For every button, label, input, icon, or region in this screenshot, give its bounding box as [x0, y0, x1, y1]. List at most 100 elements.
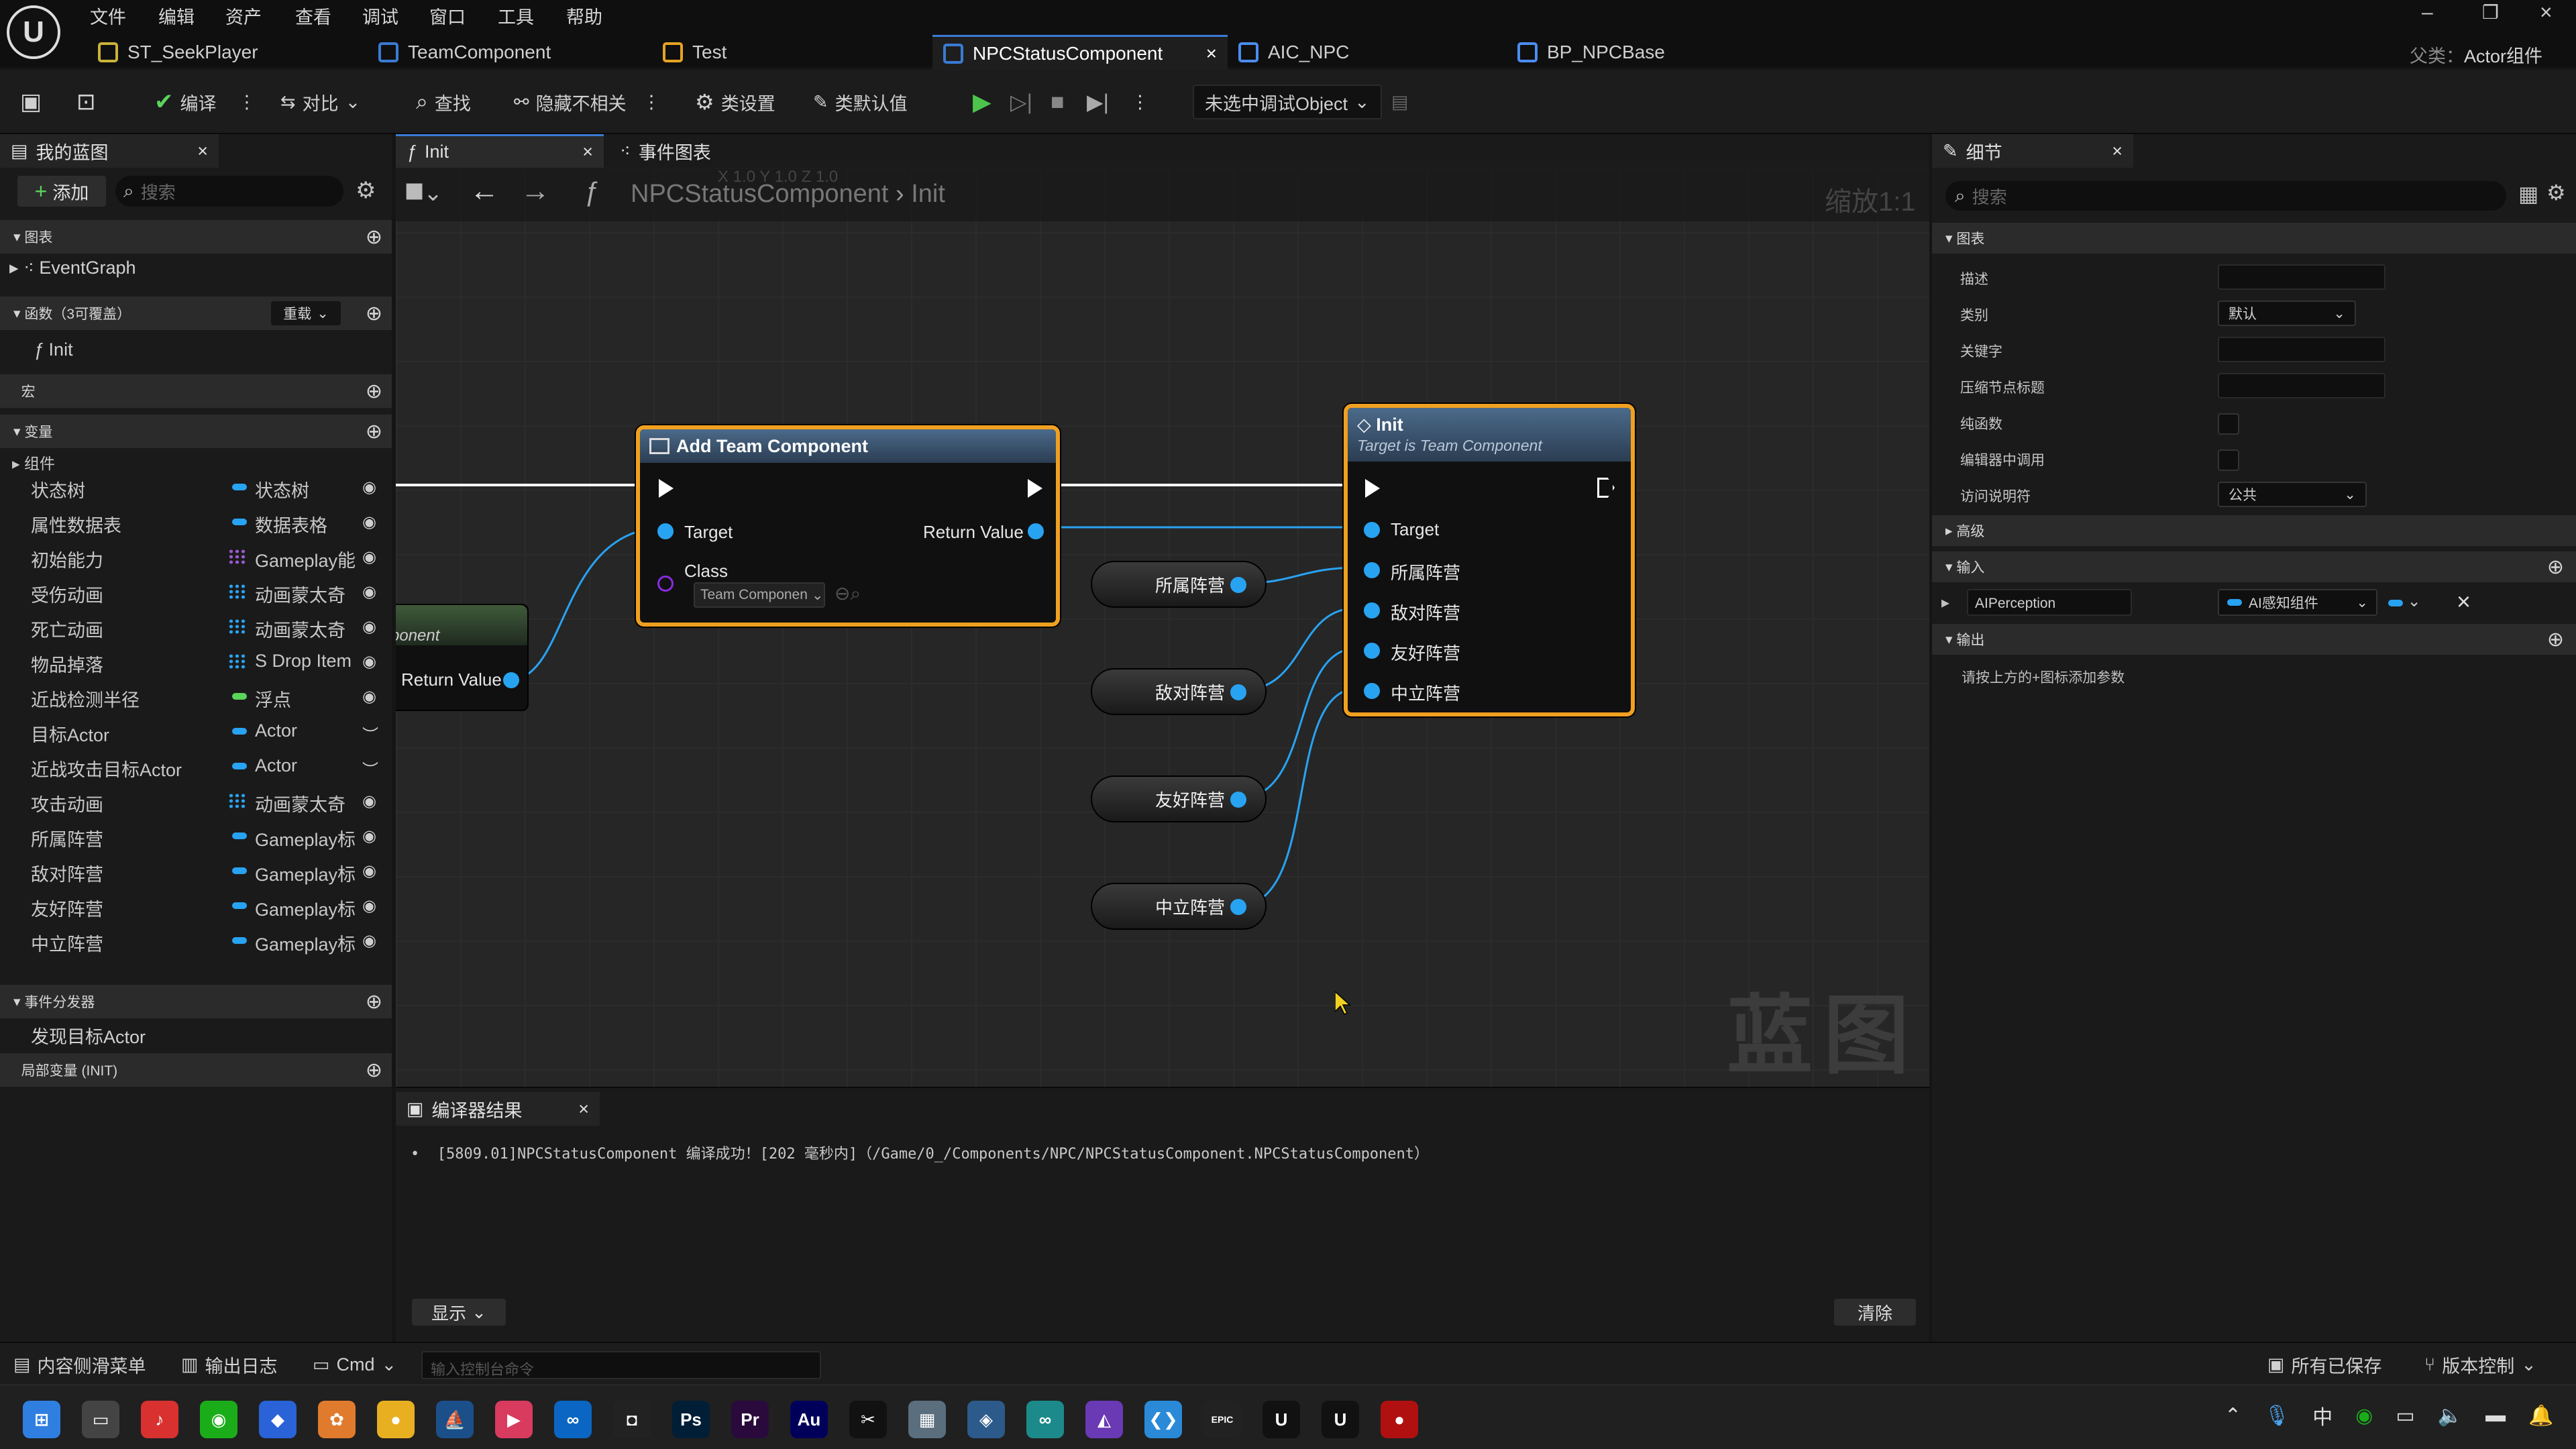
- record-icon[interactable]: ●: [1381, 1401, 1418, 1438]
- wechat-tray-icon[interactable]: ◉: [2355, 1404, 2373, 1428]
- details-text-field[interactable]: [2218, 337, 2385, 362]
- unreal-icon[interactable]: U: [1263, 1401, 1300, 1438]
- eye-icon[interactable]: ◉: [362, 792, 376, 811]
- eye-icon[interactable]: ◉: [362, 617, 376, 637]
- restore-button[interactable]: ❐: [2482, 1, 2499, 23]
- add-circle-icon[interactable]: ⊕: [366, 225, 382, 249]
- class-select[interactable]: Team Componen ⌄: [694, 582, 825, 608]
- eye-closed-icon[interactable]: ︶: [362, 722, 378, 745]
- output-pin[interactable]: [1230, 792, 1246, 808]
- hide-unrelated-button[interactable]: ⚯ 隐藏不相关 ⋮: [514, 87, 661, 117]
- close-icon[interactable]: ×: [2112, 141, 2123, 162]
- play-button[interactable]: ▶: [973, 87, 991, 117]
- source-control-button[interactable]: ⑂ 版本控制 ⌄: [2424, 1350, 2536, 1379]
- function-item-init[interactable]: ƒ Init: [34, 339, 73, 360]
- start-icon[interactable]: ⊞: [23, 1401, 60, 1438]
- add-circle-icon[interactable]: ⊕: [366, 420, 382, 443]
- class-pin[interactable]: [657, 576, 674, 592]
- app-icon[interactable]: ▶: [495, 1401, 533, 1438]
- butterfly-icon[interactable]: ✿: [318, 1401, 356, 1438]
- section-macros[interactable]: 宏 ⊕: [0, 374, 392, 408]
- eye-icon[interactable]: ◉: [362, 861, 376, 881]
- details-select[interactable]: 默认 ⌄: [2218, 301, 2356, 326]
- all-saved-button[interactable]: ▣ 所有已保存: [2267, 1350, 2382, 1379]
- variable-item[interactable]: 近战检测半径 浮点 ◉: [0, 679, 389, 714]
- details-section-inputs[interactable]: ▾ 输入 ⊕: [1932, 551, 2576, 582]
- meta-icon[interactable]: ∞: [554, 1401, 592, 1438]
- stop-button[interactable]: ■: [1051, 87, 1065, 117]
- capcut-icon[interactable]: ✂: [849, 1401, 887, 1438]
- details-section-graph[interactable]: ▾ 图表: [1932, 223, 2576, 254]
- table-view-icon[interactable]: ▦: [2518, 181, 2538, 207]
- eye-icon[interactable]: ◉: [362, 547, 376, 567]
- asset-tab[interactable]: Test: [652, 35, 907, 70]
- exec-in-pin[interactable]: [659, 479, 674, 498]
- unreal-logo-icon[interactable]: U: [7, 5, 60, 59]
- variable-item[interactable]: 死亡动画 动画蒙太奇 ◉: [0, 609, 389, 644]
- details-section-outputs[interactable]: ▾ 输出 ⊕: [1932, 624, 2576, 655]
- asset-tab[interactable]: NPCStatusComponent ×: [932, 35, 1228, 70]
- notification-icon[interactable]: 🔔: [2528, 1404, 2553, 1428]
- output-pin[interactable]: [1230, 577, 1246, 593]
- clear-button[interactable]: 清除: [1834, 1299, 1916, 1326]
- content-drawer-button[interactable]: ▤ 内容侧滑菜单: [13, 1350, 146, 1379]
- remove-param-icon[interactable]: ×: [2457, 588, 2471, 616]
- input-name-field[interactable]: AIPerception: [1967, 589, 2132, 616]
- compile-options-icon[interactable]: ⋮: [238, 92, 256, 113]
- variable-item[interactable]: 近战攻击目标Actor Actor ︶: [0, 749, 389, 784]
- eye-icon[interactable]: ◉: [362, 478, 376, 497]
- skip-button[interactable]: ▶|: [1087, 87, 1109, 117]
- details-section-advanced[interactable]: ▸ 高级: [1932, 515, 2576, 546]
- settings-gear-icon[interactable]: ⚙: [356, 177, 376, 204]
- debug-browse-icon[interactable]: ▤: [1391, 87, 1409, 117]
- add-circle-icon[interactable]: ⊕: [366, 380, 382, 403]
- menu-item[interactable]: 文件: [90, 3, 126, 29]
- close-icon[interactable]: ×: [578, 1099, 589, 1120]
- network-icon[interactable]: ▭: [2396, 1404, 2414, 1428]
- close-icon[interactable]: ×: [582, 142, 593, 162]
- variable-item[interactable]: 目标Actor Actor ︶: [0, 714, 389, 749]
- return-value-pin[interactable]: [1028, 523, 1044, 539]
- calculator-icon[interactable]: ▦: [908, 1401, 946, 1438]
- premiere-icon[interactable]: Pr: [731, 1401, 769, 1438]
- container-type-select[interactable]: ⌄: [2388, 592, 2421, 611]
- exec-out-pin[interactable]: [1028, 479, 1042, 498]
- section-functions[interactable]: ▾ 函数（3可覆盖） 重载 ⌄ ⊕: [0, 297, 392, 330]
- close-icon[interactable]: ×: [197, 141, 208, 162]
- app-icon[interactable]: ◆: [259, 1401, 297, 1438]
- asset-tab[interactable]: BP_NPCBase: [1507, 35, 1762, 70]
- add-circle-icon[interactable]: ⊕: [366, 302, 382, 325]
- variable-item[interactable]: 物品掉落 S Drop Item ◉: [0, 644, 389, 679]
- eye-icon[interactable]: ◉: [362, 687, 376, 706]
- save-icon[interactable]: ▣: [20, 87, 42, 117]
- terminal-icon[interactable]: ▭: [82, 1401, 119, 1438]
- eye-icon[interactable]: ◉: [362, 931, 376, 951]
- photoshop-icon[interactable]: Ps: [672, 1401, 710, 1438]
- eye-icon[interactable]: ◉: [362, 652, 376, 672]
- details-checkbox[interactable]: [2218, 413, 2239, 435]
- variable-item[interactable]: 友好阵营 Gameplay标 ◉: [0, 888, 389, 923]
- tab-init[interactable]: ƒ Init ×: [396, 134, 604, 168]
- event-graph-item[interactable]: ▸ ⁖ EventGraph: [9, 258, 136, 278]
- microphone-icon[interactable]: 🎙: [2264, 1404, 2290, 1428]
- output-log-button[interactable]: ▥ 输出日志: [181, 1350, 278, 1379]
- expand-arrow-icon[interactable]: ▸: [1941, 593, 1949, 612]
- show-dropdown[interactable]: 显示 ⌄: [412, 1299, 506, 1326]
- compiler-results-tab[interactable]: ▣ 编译器结果 ×: [396, 1092, 600, 1126]
- visual-studio-icon[interactable]: ◭: [1085, 1401, 1123, 1438]
- exec-out-pin[interactable]: [1597, 478, 1615, 498]
- details-select[interactable]: 公共 ⌄: [2218, 482, 2367, 507]
- variable-item[interactable]: 属性数据表 数据表格 ◉: [0, 504, 389, 539]
- output-pin[interactable]: [1230, 684, 1246, 700]
- details-search[interactable]: ⌕ 搜索: [1945, 181, 2506, 211]
- asset-tab[interactable]: TeamComponent: [368, 35, 623, 70]
- eye-icon[interactable]: ◉: [362, 582, 376, 602]
- section-dispatchers[interactable]: ▾ 事件分发器 ⊕: [0, 985, 392, 1018]
- add-circle-icon[interactable]: ⊕: [2547, 628, 2564, 651]
- asset-tab[interactable]: AIC_NPC: [1228, 35, 1483, 70]
- add-circle-icon[interactable]: ⊕: [2547, 555, 2564, 579]
- play-options-icon[interactable]: ⋮: [1131, 87, 1149, 117]
- diff-button[interactable]: ⇆ 对比 ⌄: [280, 87, 360, 117]
- class-defaults-button[interactable]: ✎ 类默认值: [813, 87, 908, 117]
- left-partial-node[interactable]: ponent Return Value: [396, 604, 529, 711]
